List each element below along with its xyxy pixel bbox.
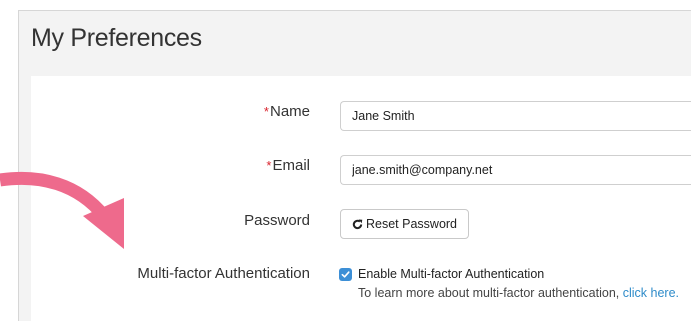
check-icon [341, 271, 350, 278]
mfa-help-text: To learn more about multi-factor authent… [358, 286, 679, 300]
required-mark: * [266, 158, 272, 173]
mfa-help-link[interactable]: click here. [623, 286, 679, 300]
password-label: Password [244, 212, 310, 229]
name-label-text: Name [269, 103, 310, 120]
name-input[interactable] [340, 101, 691, 131]
refresh-icon [352, 219, 363, 230]
mfa-help-text-body: To learn more about multi-factor authent… [358, 286, 623, 300]
name-label: *Name [264, 103, 310, 120]
reset-password-label: Reset Password [366, 217, 458, 231]
email-label: *Email [266, 157, 310, 174]
annotation-arrow-icon [0, 171, 124, 249]
page-title: My Preferences [31, 24, 202, 52]
preferences-window: My Preferences *Name *Email Password Res… [0, 0, 691, 321]
email-label-text: Email [272, 157, 310, 174]
mfa-checkbox-label[interactable]: Enable Multi-factor Authentication [358, 267, 544, 281]
required-mark: * [263, 104, 269, 119]
reset-password-button[interactable]: Reset Password [340, 209, 470, 239]
mfa-label: Multi-factor Authentication [137, 265, 310, 282]
email-input[interactable] [340, 155, 691, 185]
mfa-checkbox[interactable] [339, 268, 352, 281]
